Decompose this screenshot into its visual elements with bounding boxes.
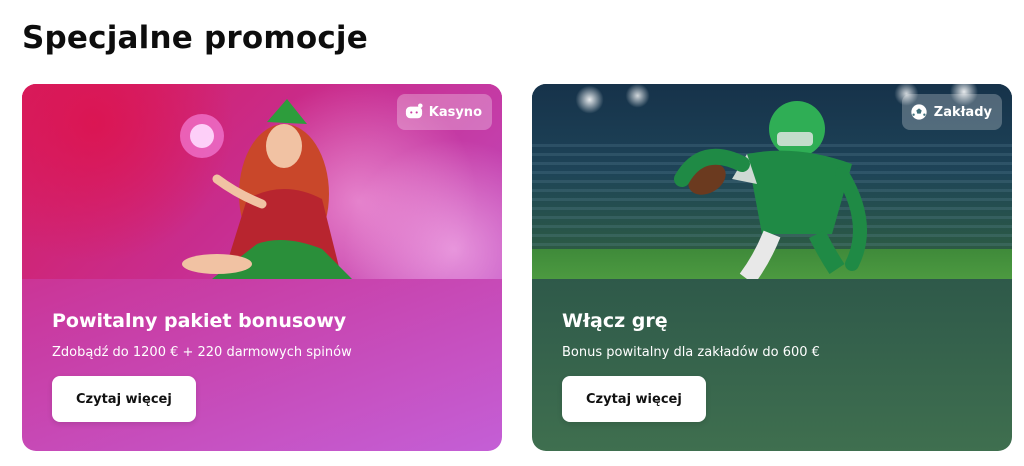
gamepad-icon xyxy=(405,103,423,119)
soccer-ball-icon xyxy=(911,104,927,120)
badge-label: Kasyno xyxy=(428,104,482,120)
promo-card-sports[interactable]: Zakłady Włącz grę Bonus powitalny dla za… xyxy=(532,84,1012,451)
page-title: Specjalne promocje xyxy=(22,20,368,56)
promo-description: Zdobądź do 1200 € + 220 darmowych spinów xyxy=(52,345,352,360)
read-more-button[interactable]: Czytaj więcej xyxy=(52,376,196,422)
promo-hero-image: Zakłady xyxy=(532,84,1012,279)
promo-card-casino[interactable]: Kasyno Powitalny pakiet bonusowy Zdobądź… xyxy=(22,84,502,451)
badge-label: Zakłady xyxy=(933,104,992,120)
promo-title: Powitalny pakiet bonusowy xyxy=(52,310,347,332)
category-badge-sports: Zakłady xyxy=(901,94,1002,130)
promo-title: Włącz grę xyxy=(562,310,668,332)
promo-hero-image: Kasyno xyxy=(22,84,502,279)
read-more-button[interactable]: Czytaj więcej xyxy=(562,376,706,422)
category-badge-casino: Kasyno xyxy=(396,94,492,130)
promo-description: Bonus powitalny dla zakładów do 600 € xyxy=(562,345,820,360)
